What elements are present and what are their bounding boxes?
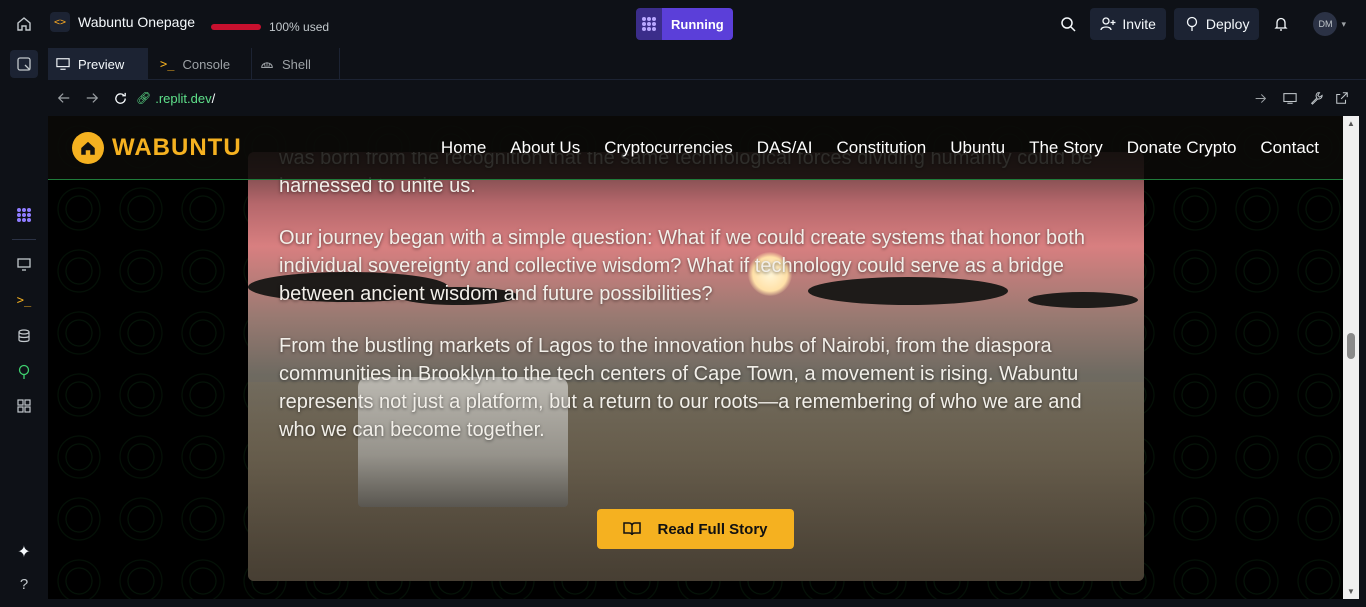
story-paragraph: From the bustling markets of Lagos to th…	[279, 335, 1082, 441]
read-full-story-label: Read Full Story	[657, 520, 768, 538]
back-arrow-icon[interactable]	[50, 84, 78, 112]
terminal-icon[interactable]: >_	[10, 286, 38, 314]
bell-icon[interactable]	[1267, 10, 1295, 38]
tab-shell[interactable]: Shell	[252, 48, 340, 80]
nav-link-the-story[interactable]: The Story	[1029, 138, 1103, 158]
usage-fill	[211, 24, 261, 30]
tab-bar: Preview >_ Console Shell	[48, 48, 1366, 80]
tab-console[interactable]: >_ Console	[148, 48, 252, 80]
scrollbar-thumb[interactable]	[1347, 333, 1355, 359]
search-icon[interactable]	[1054, 10, 1082, 38]
tab-preview[interactable]: Preview	[48, 48, 148, 80]
scroll-up-icon[interactable]: ▲	[1347, 119, 1355, 128]
sparkle-icon[interactable]: ✦	[10, 538, 38, 566]
project-name: Wabuntu Onepage	[78, 14, 196, 30]
story-paragraph: Our journey began with a simple question…	[279, 227, 1085, 305]
story-card: was born from the recognition that the s…	[248, 152, 1144, 581]
agent-grid-icon[interactable]	[10, 201, 38, 229]
nav-link-home[interactable]: Home	[441, 138, 486, 158]
home-logo-icon[interactable]	[72, 132, 104, 164]
nav-link-das-ai[interactable]: DAS/AI	[757, 138, 813, 158]
wrench-icon[interactable]	[1302, 84, 1330, 112]
terminal-icon: >_	[160, 57, 175, 71]
deploy-label: Deploy	[1205, 16, 1250, 32]
nav-link-cryptocurrencies[interactable]: Cryptocurrencies	[604, 138, 733, 158]
scroll-down-icon[interactable]: ▼	[1347, 587, 1355, 596]
layout-icon[interactable]	[10, 50, 38, 78]
user-plus-icon	[1100, 17, 1116, 31]
invite-label: Invite	[1122, 16, 1156, 32]
project-chip[interactable]: <> Wabuntu Onepage	[50, 12, 195, 32]
help-icon[interactable]: ?	[10, 570, 38, 598]
forward-arrow-icon[interactable]	[78, 84, 106, 112]
url-input[interactable]: 🔗︎ .replit.dev /	[136, 86, 1278, 110]
monitor-icon[interactable]	[10, 250, 38, 278]
usage-meter[interactable]: 100% used	[211, 20, 329, 34]
nav-link-donate-crypto[interactable]: Donate Crypto	[1127, 138, 1237, 158]
monitor-icon	[56, 58, 70, 70]
invite-button[interactable]: Invite	[1090, 8, 1166, 40]
nav-link-constitution[interactable]: Constitution	[836, 138, 926, 158]
run-button[interactable]: Running	[636, 8, 733, 40]
url-host: .replit.dev	[155, 90, 212, 106]
browser-viewport[interactable]: was born from the recognition that the s…	[48, 116, 1343, 599]
deploy-tree-icon[interactable]	[10, 358, 38, 386]
nav-link-about-us[interactable]: About Us	[510, 138, 580, 158]
home-icon[interactable]	[10, 10, 38, 38]
url-bar: 🔗︎ .replit.dev /	[48, 84, 1366, 112]
shell-icon	[261, 62, 273, 69]
account-menu[interactable]: DM ▾	[1313, 12, 1346, 36]
top-bar: <> Wabuntu Onepage 100% used Running Inv…	[0, 0, 1366, 48]
url-path: /	[211, 90, 216, 106]
left-rail: >_ ✦ ?	[0, 48, 48, 607]
database-icon[interactable]	[10, 322, 38, 350]
site-nav-links: Home About Us Cryptocurrencies DAS/AI Co…	[441, 138, 1319, 158]
book-open-icon	[623, 522, 642, 536]
rail-divider	[12, 239, 36, 240]
reload-icon[interactable]	[106, 84, 134, 112]
external-link-icon[interactable]	[1328, 84, 1356, 112]
run-label: Running	[662, 8, 733, 40]
run-grid-icon	[636, 8, 662, 40]
usage-bar	[211, 24, 261, 30]
nav-link-ubuntu[interactable]: Ubuntu	[950, 138, 1005, 158]
top-right-actions: Invite Deploy DM ▾	[1054, 8, 1346, 40]
tab-label: Console	[182, 56, 231, 72]
deploy-button[interactable]: Deploy	[1173, 8, 1260, 40]
site-logo-text[interactable]: WABUNTU	[112, 134, 242, 162]
go-arrow-icon[interactable]	[1246, 84, 1274, 112]
chevron-down-icon: ▾	[1341, 18, 1346, 29]
preview-panel: Preview >_ Console Shell 🔗︎ .replit.dev /	[48, 48, 1366, 599]
link-icon: 🔗︎	[136, 91, 152, 105]
usage-text: 100% used	[269, 20, 330, 34]
tab-label: Shell	[282, 56, 311, 72]
apps-grid-icon[interactable]	[10, 392, 38, 420]
devices-icon[interactable]	[1276, 84, 1304, 112]
avatar: DM	[1313, 12, 1338, 36]
deploy-icon	[1186, 16, 1198, 31]
code-icon: <>	[50, 12, 70, 32]
site-navbar: WABUNTU Home About Us Cryptocurrencies D…	[48, 116, 1343, 180]
tab-label: Preview	[78, 56, 125, 72]
nav-link-contact[interactable]: Contact	[1260, 138, 1319, 158]
browser-scrollbar[interactable]: ▲ ▼	[1343, 116, 1359, 599]
read-full-story-button[interactable]: Read Full Story	[597, 509, 794, 549]
